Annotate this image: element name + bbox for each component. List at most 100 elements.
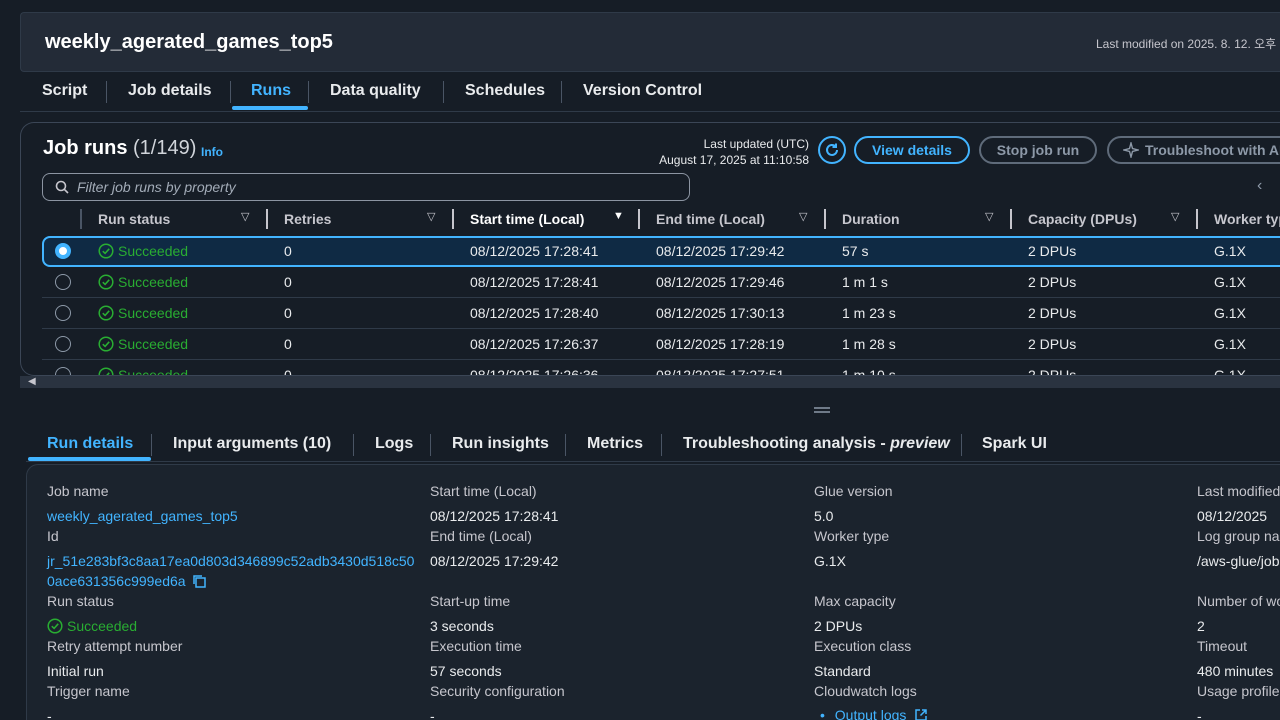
- tab-divider: [565, 434, 566, 456]
- column-divider[interactable]: [638, 209, 640, 229]
- run-id-line1[interactable]: jr_51e283bf3c8aa17ea0d803d346899c52adb34…: [47, 553, 414, 569]
- view-details-button[interactable]: View details: [854, 136, 970, 164]
- status-text: Succeeded: [118, 336, 189, 352]
- col-run-status[interactable]: Run status: [98, 211, 170, 227]
- trigger-name-label: Trigger name: [47, 683, 130, 699]
- tab-runs[interactable]: Runs: [251, 82, 291, 100]
- cell-worker-type: G.1X: [1214, 243, 1246, 259]
- troubleshoot-ai-button[interactable]: Troubleshoot with AI: [1107, 136, 1280, 164]
- table-header: Run status ▽ Retries ▽ Start time (Local…: [42, 207, 1280, 235]
- cloudwatch-logs-label: Cloudwatch logs: [814, 683, 917, 699]
- stop-job-run-button[interactable]: Stop job run: [979, 136, 1097, 164]
- active-tab-indicator: [232, 106, 308, 110]
- cell-retries: 0: [284, 243, 292, 259]
- output-logs-text: Output logs: [834, 707, 907, 720]
- run-id-line2-text: 0ace631356c999ed6a: [47, 573, 186, 589]
- table-row[interactable]: Succeeded 0 08/12/2025 17:28:41 08/12/20…: [42, 236, 1280, 267]
- column-divider[interactable]: [1196, 209, 1198, 229]
- tab-divider: [443, 81, 444, 103]
- table-row[interactable]: Succeeded 0 08/12/2025 17:26:36 08/12/20…: [42, 360, 1280, 376]
- col-capacity[interactable]: Capacity (DPUs): [1028, 211, 1137, 227]
- tab-input-arguments[interactable]: Input arguments (10): [173, 435, 331, 453]
- check-circle-icon: [98, 243, 114, 259]
- cell-end-time: 08/12/2025 17:27:51: [656, 367, 785, 376]
- status-succeeded: Succeeded: [98, 336, 188, 352]
- cell-worker-type: G.1X: [1214, 305, 1246, 321]
- row-radio[interactable]: [55, 367, 71, 375]
- sort-icon[interactable]: ▽: [985, 210, 993, 223]
- tab-schedules[interactable]: Schedules: [465, 82, 545, 100]
- tab-job-details[interactable]: Job details: [128, 82, 212, 100]
- sort-icon[interactable]: ▽: [799, 210, 807, 223]
- col-start-time[interactable]: Start time (Local): [470, 211, 584, 227]
- resize-handle-icon[interactable]: [814, 406, 830, 414]
- run-status-value: Succeeded: [47, 618, 137, 634]
- horizontal-scrollbar[interactable]: ◀: [20, 376, 1280, 388]
- row-radio[interactable]: [55, 305, 71, 321]
- last-updated-label: Last updated (UTC): [703, 137, 809, 151]
- tab-version-control[interactable]: Version Control: [583, 82, 702, 100]
- column-divider[interactable]: [824, 209, 826, 229]
- tab-divider: [106, 81, 107, 103]
- tab-spark-ui[interactable]: Spark UI: [982, 435, 1047, 453]
- job-runs-panel: Job runs (1/149) Info Last updated (UTC)…: [20, 122, 1280, 376]
- worker-type-label: Worker type: [814, 528, 890, 544]
- filter-input[interactable]: [77, 178, 677, 196]
- tab-troubleshooting-analysis[interactable]: Troubleshooting analysis - preview: [683, 435, 950, 453]
- cell-duration: 57 s: [842, 243, 869, 259]
- glue-version-value: 5.0: [814, 508, 834, 524]
- usage-profile-label: Usage profile: [1197, 683, 1280, 699]
- tab-script[interactable]: Script: [42, 82, 87, 100]
- output-logs-link[interactable]: • Output logs: [820, 707, 928, 720]
- security-config-label: Security configuration: [430, 683, 565, 699]
- run-status-label: Run status: [47, 593, 114, 609]
- col-retries[interactable]: Retries: [284, 211, 331, 227]
- sort-icon[interactable]: ▽: [427, 210, 435, 223]
- security-config-value: -: [430, 708, 435, 720]
- column-divider[interactable]: [1010, 209, 1012, 229]
- status-succeeded: Succeeded: [98, 274, 188, 290]
- row-radio-selected[interactable]: [55, 243, 71, 259]
- row-radio[interactable]: [55, 274, 71, 290]
- execution-class-label: Execution class: [814, 638, 912, 654]
- tab-data-quality[interactable]: Data quality: [330, 82, 421, 100]
- copy-icon[interactable]: [191, 573, 207, 589]
- check-circle-icon: [98, 274, 114, 290]
- tab-run-details[interactable]: Run details: [47, 435, 133, 453]
- info-link[interactable]: Info: [201, 145, 223, 159]
- startup-time-value: 3 seconds: [430, 618, 494, 634]
- sort-icon[interactable]: ▽: [1171, 210, 1179, 223]
- table-row[interactable]: Succeeded 0 08/12/2025 17:26:37 08/12/20…: [42, 329, 1280, 360]
- cell-capacity: 2 DPUs: [1028, 274, 1077, 290]
- tab-run-insights[interactable]: Run insights: [452, 435, 549, 453]
- col-worker-type[interactable]: Worker type: [1214, 211, 1280, 227]
- status-text: Succeeded: [118, 243, 189, 259]
- tab-logs[interactable]: Logs: [375, 435, 413, 453]
- start-time-value: 08/12/2025 17:28:41: [430, 508, 559, 524]
- refresh-button[interactable]: [818, 136, 846, 164]
- cell-retries: 0: [284, 274, 292, 290]
- scroll-left-icon[interactable]: ◀: [28, 376, 36, 387]
- col-duration[interactable]: Duration: [842, 211, 900, 227]
- column-divider[interactable]: [266, 209, 268, 229]
- tab-divider: [308, 81, 309, 103]
- sort-icon[interactable]: ▽: [241, 210, 249, 223]
- cell-start-time: 08/12/2025 17:28:41: [470, 243, 599, 259]
- external-link-icon: [915, 709, 928, 720]
- row-radio[interactable]: [55, 336, 71, 352]
- table-row[interactable]: Succeeded 0 08/12/2025 17:28:40 08/12/20…: [42, 298, 1280, 329]
- job-name-link[interactable]: weekly_agerated_games_top5: [47, 508, 238, 524]
- col-end-time[interactable]: End time (Local): [656, 211, 765, 227]
- run-id-line2[interactable]: 0ace631356c999ed6a: [47, 573, 207, 589]
- sort-desc-icon[interactable]: ▼: [613, 210, 624, 222]
- tab-divider: [430, 434, 431, 456]
- status-text: Succeeded: [118, 274, 189, 290]
- column-divider[interactable]: [452, 209, 454, 229]
- table-row[interactable]: Succeeded 0 08/12/2025 17:28:41 08/12/20…: [42, 267, 1280, 298]
- bullet-icon: •: [820, 707, 825, 720]
- timeout-value: 480 minutes: [1197, 663, 1274, 679]
- cell-start-time: 08/12/2025 17:26:37: [470, 336, 599, 352]
- tab-metrics[interactable]: Metrics: [587, 435, 643, 453]
- chevron-left-icon[interactable]: ‹: [1257, 177, 1262, 195]
- retry-attempt-label: Retry attempt number: [47, 638, 183, 654]
